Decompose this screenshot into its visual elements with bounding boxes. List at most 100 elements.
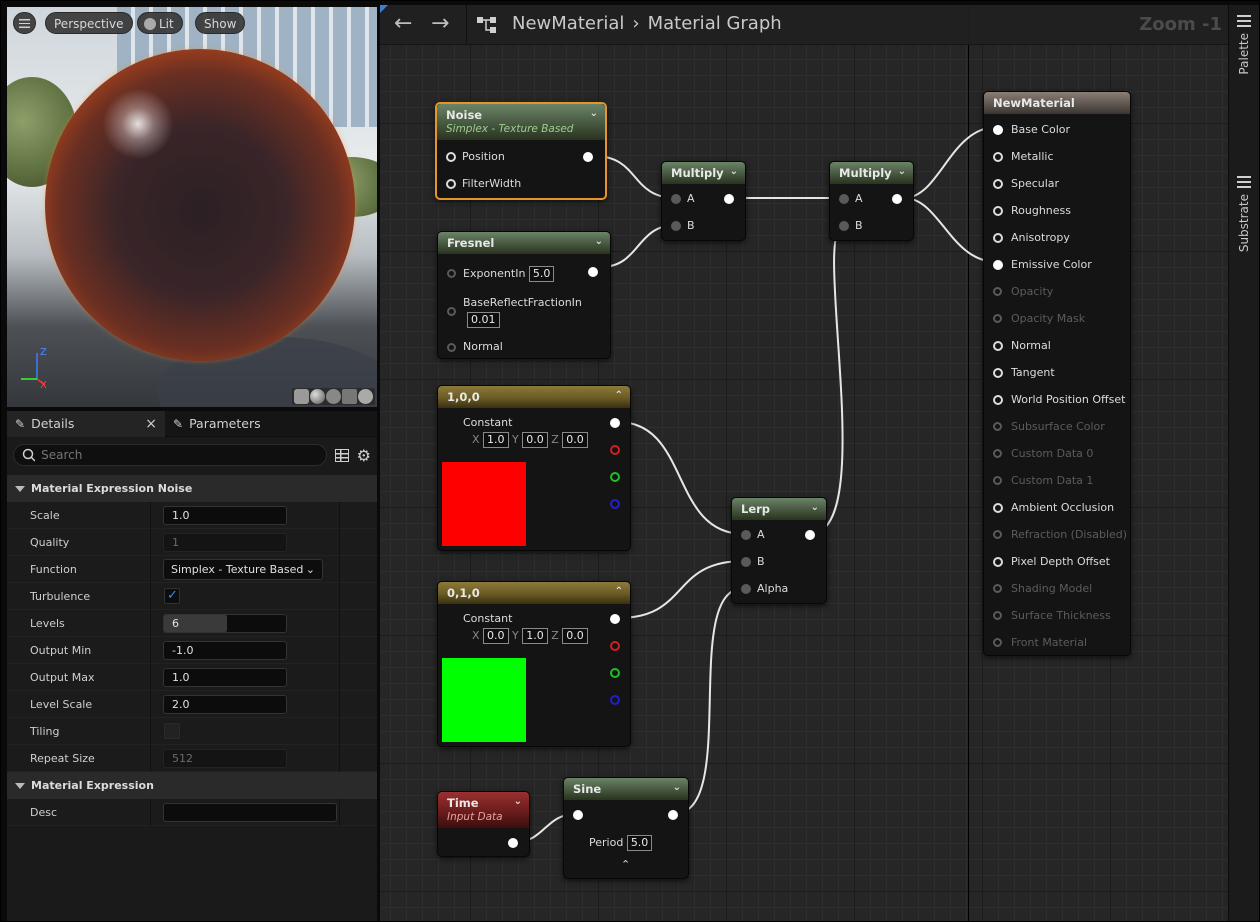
chevron-down-icon[interactable]: ⌄: [590, 108, 598, 119]
scale-input[interactable]: 1.0: [163, 506, 287, 525]
z-value-box[interactable]: 0.0: [562, 628, 588, 644]
function-dropdown[interactable]: Simplex - Texture Based ⌄: [163, 559, 323, 580]
material-input-pin[interactable]: [993, 611, 1002, 620]
filterwidth-input-pin[interactable]: [446, 179, 456, 189]
output-max-input[interactable]: 1.0: [163, 668, 287, 687]
x-value-box[interactable]: 1.0: [483, 432, 509, 448]
multiply-b-pin[interactable]: [839, 221, 849, 231]
material-input-pin[interactable]: [993, 206, 1003, 216]
material-input-pin[interactable]: [993, 341, 1003, 351]
chevron-down-icon[interactable]: ⌄: [730, 166, 738, 177]
chevron-down-icon[interactable]: ⌄: [673, 782, 681, 793]
material-input-pin[interactable]: [993, 422, 1002, 431]
search-input[interactable]: [41, 448, 318, 462]
multiply-node-2[interactable]: Multiply ⌄ A B: [829, 161, 914, 241]
g-output-pin[interactable]: [610, 472, 620, 482]
sine-node[interactable]: Sine ⌄ Period 5.0 ⌃: [563, 777, 689, 879]
material-result-node[interactable]: NewMaterial Base Color Metallic Specular Ro…: [983, 91, 1131, 656]
tiling-checkbox[interactable]: [164, 723, 180, 739]
y-value-box[interactable]: 0.0: [522, 432, 548, 448]
section-material-expression[interactable]: Material Expression: [7, 772, 377, 799]
time-output-pin[interactable]: [508, 838, 518, 848]
constant-green-node[interactable]: 0,1,0 ⌃ Constant X 0.0 Y 1.0 Z 0.0: [437, 581, 631, 747]
multiply-output-pin[interactable]: [724, 194, 734, 204]
rgb-output-pin[interactable]: [610, 418, 620, 428]
chevron-down-icon[interactable]: ⌄: [898, 166, 906, 177]
rgb-output-pin[interactable]: [610, 614, 620, 624]
tab-palette[interactable]: Palette: [1229, 9, 1259, 78]
material-input-pin[interactable]: [993, 449, 1002, 458]
y-value-box[interactable]: 1.0: [522, 628, 548, 644]
lerp-output-pin[interactable]: [805, 530, 815, 540]
lerp-node-header[interactable]: Lerp ⌄: [732, 498, 826, 520]
exponent-value-box[interactable]: 5.0: [528, 266, 555, 282]
constant-node-header[interactable]: 0,1,0 ⌃: [438, 582, 630, 604]
preview-viewport[interactable]: Perspective Lit Show Z X: [7, 7, 377, 407]
multiply-node-header[interactable]: Multiply ⌄: [830, 162, 913, 184]
material-input-pin[interactable]: [993, 125, 1003, 135]
chevron-down-icon[interactable]: ⌄: [811, 502, 819, 513]
tab-details[interactable]: ✎ Details ×: [7, 411, 165, 437]
graph-hierarchy-icon[interactable]: [476, 16, 498, 34]
brf-input-pin[interactable]: [447, 307, 456, 316]
material-node-header[interactable]: NewMaterial: [984, 92, 1130, 114]
material-input-pin[interactable]: [993, 530, 1002, 539]
r-output-pin[interactable]: [610, 445, 620, 455]
chevron-down-icon[interactable]: ⌄: [514, 796, 522, 807]
section-material-expression-noise[interactable]: Material Expression Noise: [7, 475, 377, 502]
material-input-pin[interactable]: [993, 233, 1003, 243]
material-input-pin[interactable]: [993, 260, 1003, 270]
cube-preview-icon[interactable]: [342, 389, 357, 404]
noise-node-header[interactable]: Noise Simplex - Texture Based ⌄: [437, 104, 605, 140]
turbulence-checkbox[interactable]: ✓: [164, 588, 180, 604]
material-graph-canvas[interactable]: Noise Simplex - Texture Based ⌄ Position…: [380, 5, 1228, 921]
output-min-input[interactable]: -1.0: [163, 641, 287, 660]
g-output-pin[interactable]: [610, 668, 620, 678]
multiply-a-pin[interactable]: [671, 194, 681, 204]
cylinder-preview-icon[interactable]: [294, 389, 309, 404]
breadcrumb-root[interactable]: NewMaterial: [512, 13, 624, 34]
material-input-pin[interactable]: [993, 368, 1003, 378]
exponent-input-pin[interactable]: [447, 269, 456, 278]
viewport-menu-button[interactable]: [13, 12, 36, 34]
r-output-pin[interactable]: [610, 641, 620, 651]
material-input-pin[interactable]: [993, 638, 1002, 647]
multiply-output-pin[interactable]: [892, 194, 902, 204]
noise-output-pin[interactable]: [583, 152, 593, 162]
table-view-icon[interactable]: [334, 448, 349, 462]
material-input-pin[interactable]: [993, 152, 1003, 162]
plane-preview-icon[interactable]: [326, 389, 341, 404]
material-input-pin[interactable]: [993, 557, 1003, 567]
multiply-node-1[interactable]: Multiply ⌄ A B: [661, 161, 746, 241]
z-value-box[interactable]: 0.0: [562, 432, 588, 448]
chevron-up-icon[interactable]: ⌃: [621, 858, 630, 871]
material-input-pin[interactable]: [993, 287, 1002, 296]
tab-parameters[interactable]: ✎ Parameters: [165, 411, 269, 437]
noise-node[interactable]: Noise Simplex - Texture Based ⌄ Position…: [435, 102, 607, 200]
constant-red-node[interactable]: 1,0,0 ⌃ Constant X 1.0 Y 0.0 Z 0.0: [437, 385, 631, 551]
levels-slider[interactable]: 6: [163, 614, 287, 633]
desc-input[interactable]: [163, 803, 337, 822]
lerp-b-pin[interactable]: [741, 557, 751, 567]
sine-input-pin[interactable]: [573, 810, 583, 820]
chevron-up-icon[interactable]: ⌃: [615, 586, 623, 597]
material-input-pin[interactable]: [993, 395, 1003, 405]
lerp-a-pin[interactable]: [741, 530, 751, 540]
level-scale-input[interactable]: 2.0: [163, 695, 287, 714]
fresnel-node[interactable]: Fresnel ⌄ ExponentIn 5.0 BaseReflectFrac…: [437, 231, 611, 359]
show-button[interactable]: Show: [195, 12, 246, 34]
multiply-node-header[interactable]: Multiply ⌄: [662, 162, 745, 184]
position-input-pin[interactable]: [446, 152, 456, 162]
lerp-node[interactable]: Lerp ⌄ A B Alpha: [731, 497, 827, 604]
x-value-box[interactable]: 0.0: [483, 628, 509, 644]
material-input-pin[interactable]: [993, 179, 1003, 189]
sine-output-pin[interactable]: [668, 810, 678, 820]
material-input-pin[interactable]: [993, 503, 1003, 513]
search-box[interactable]: [13, 444, 327, 466]
time-node-header[interactable]: Time Input Data ⌄: [438, 792, 529, 828]
perspective-button[interactable]: Perspective: [45, 12, 133, 34]
teapot-preview-icon[interactable]: [358, 389, 373, 404]
back-arrow-icon[interactable]: ←: [394, 13, 412, 35]
normal-input-pin[interactable]: [447, 343, 456, 352]
settings-gear-icon[interactable]: ⚙: [357, 446, 371, 465]
